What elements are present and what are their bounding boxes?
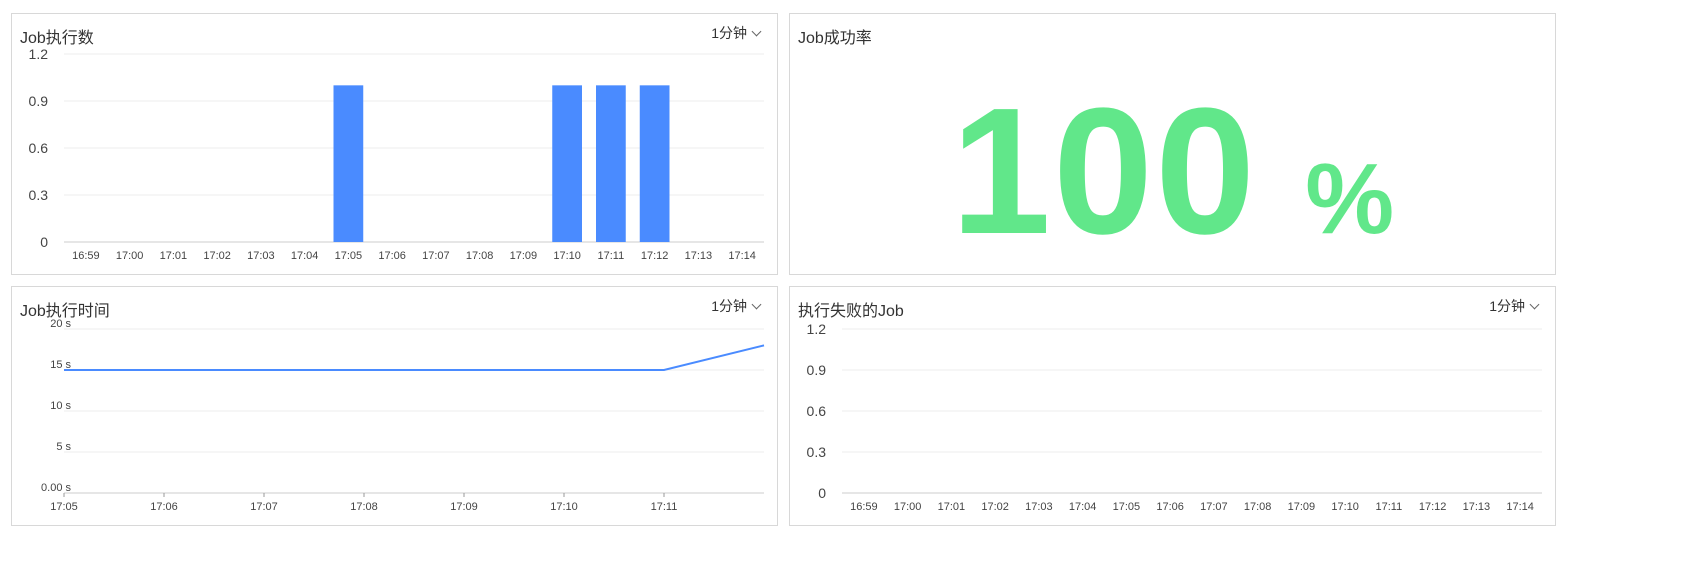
y-tick-label: 0.3 (29, 187, 49, 203)
x-tick-label: 17:05 (335, 250, 363, 262)
bar (596, 85, 626, 242)
panel-title: Job成功率 (798, 30, 872, 47)
x-tick-label: 17:02 (981, 501, 1009, 513)
x-tick-label: 17:07 (250, 501, 278, 513)
x-tick-label: 17:09 (450, 501, 478, 513)
x-tick-label: 17:12 (641, 250, 669, 262)
x-tick-label: 17:10 (550, 501, 578, 513)
x-tick-label: 17:05 (50, 501, 78, 513)
x-tick-label: 17:04 (1069, 501, 1097, 513)
x-tick-label: 17:03 (1025, 501, 1053, 513)
y-tick-label: 0.3 (807, 444, 827, 460)
y-tick-label: 5 s (56, 441, 71, 453)
x-tick-label: 16:59 (72, 250, 100, 262)
x-tick-label: 17:11 (1376, 501, 1403, 513)
x-tick-label: 17:00 (894, 501, 922, 513)
x-tick-label: 17:10 (553, 250, 581, 262)
y-tick-label: 0.6 (29, 140, 49, 156)
x-tick-label: 17:06 (378, 250, 406, 262)
x-tick-label: 17:08 (1244, 501, 1272, 513)
y-tick-label: 1.2 (29, 46, 49, 62)
y-tick-label: 1.2 (807, 321, 827, 337)
x-tick-label: 17:02 (203, 250, 231, 262)
x-tick-label: 17:06 (150, 501, 178, 513)
y-tick-label: 0.00 s (41, 482, 71, 494)
bar (639, 85, 670, 242)
bar (333, 85, 364, 242)
x-tick-label: 17:04 (291, 250, 319, 262)
x-tick-label: 17:01 (160, 250, 188, 262)
x-tick-label: 17:03 (247, 250, 275, 262)
success-rate-number: 100 (950, 71, 1258, 272)
success-rate-value: 100% (790, 82, 1555, 262)
success-rate-unit: % (1305, 143, 1395, 255)
x-tick-label: 17:14 (728, 250, 756, 262)
job-success-rate-panel: Job成功率 100% (789, 13, 1556, 275)
x-tick-label: 17:13 (685, 250, 713, 262)
bar (552, 85, 582, 242)
x-tick-label: 16:59 (850, 501, 878, 513)
series-line (64, 344, 765, 371)
y-tick-label: 0.6 (807, 403, 827, 419)
failed-jobs-panel: 执行失败的Job 1分钟 0 0.3 0.6 0.9 1.2 16:59 17:00 17:0… (789, 286, 1556, 526)
x-tick-label: 17:10 (1331, 501, 1359, 513)
failed-jobs-chart: 0 0.3 0.6 0.9 1.2 16:59 17:00 17:01 17:02 17:03 17… (807, 321, 1542, 513)
y-tick-label: 0.9 (29, 93, 49, 109)
x-tick-label: 17:05 (1113, 501, 1141, 513)
x-tick-label: 17:14 (1506, 501, 1534, 513)
job-exec-count-panel: Job执行数 1分钟 0 0.3 0.6 0.9 1.2 16:59 17:00 17:01 1… (11, 13, 778, 275)
x-tick-label: 17:11 (598, 250, 625, 262)
x-tick-label: 17:08 (466, 250, 494, 262)
x-tick-label: 17:09 (510, 250, 538, 262)
x-tick-label: 17:07 (422, 250, 450, 262)
job-exec-time-panel: Job执行时间 1分钟 0.00 s5 s 10 s 15 s 20 s 17:05 17… (11, 286, 778, 526)
y-tick-label: 10 s (50, 400, 71, 412)
x-tick-label: 17:07 (1200, 501, 1228, 513)
y-tick-label: 0 (818, 485, 826, 501)
x-tick-label: 17:08 (350, 501, 378, 513)
x-tick-label: 17:00 (116, 250, 144, 262)
y-tick-label: 0 (40, 234, 48, 250)
x-tick-label: 17:11 (651, 501, 678, 513)
job-exec-count-chart: 0 0.3 0.6 0.9 1.2 16:59 17:00 17:01 17:02 17:03 17… (29, 46, 764, 262)
x-tick-label: 17:09 (1288, 501, 1316, 513)
x-tick-label: 17:01 (938, 501, 966, 513)
y-tick-label: 20 s (50, 318, 71, 330)
x-tick-label: 17:06 (1156, 501, 1184, 513)
y-tick-label: 0.9 (807, 362, 827, 378)
x-tick-label: 17:13 (1463, 501, 1491, 513)
job-exec-time-chart: 0.00 s5 s10 s15 s20 s17:05 17:06 17:07 17:0… (41, 318, 765, 513)
x-tick-label: 17:12 (1419, 501, 1447, 513)
